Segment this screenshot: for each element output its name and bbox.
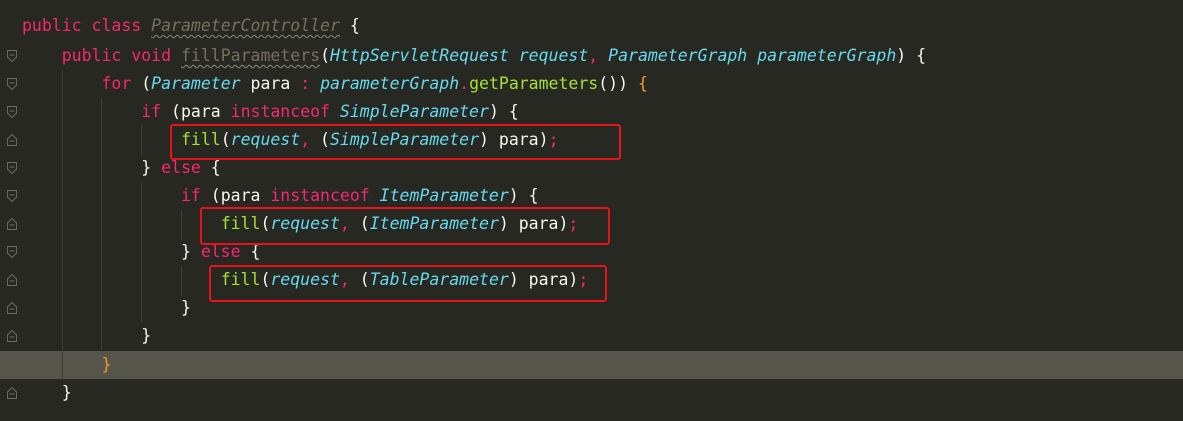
code-token: (	[131, 74, 152, 93]
highlight-box-simple-parameter	[170, 124, 621, 160]
code-token: void	[131, 46, 172, 65]
indent-guide	[141, 183, 142, 322]
indent-guide	[181, 210, 182, 240]
code-token: class	[91, 16, 142, 35]
code-line[interactable]: public class ParameterController {	[22, 12, 1183, 40]
indent-guide	[181, 266, 182, 296]
fold-close-icon[interactable]	[7, 274, 17, 286]
code-token: instanceof	[230, 102, 330, 121]
code-token: :	[300, 74, 311, 93]
code-token: }	[22, 158, 162, 177]
code-token: ParameterGraph	[608, 46, 748, 65]
fold-close-icon[interactable]	[7, 134, 17, 146]
code-token: (para	[200, 186, 271, 205]
code-token: HttpServletRequest	[330, 46, 509, 65]
code-line[interactable]: if (para instanceof ItemParameter) {	[22, 182, 1183, 210]
code-token: getParameters	[469, 74, 599, 93]
code-token: ,	[588, 46, 599, 65]
fold-open-icon[interactable]	[7, 50, 17, 62]
fold-open-icon[interactable]	[7, 246, 17, 258]
fold-close-icon[interactable]	[7, 218, 17, 230]
code-token: for	[101, 74, 132, 93]
code-token: {	[200, 158, 221, 177]
code-token: ) {	[896, 46, 927, 65]
code-token: }	[101, 355, 112, 374]
code-line[interactable]: }	[22, 322, 1183, 350]
code-token: }	[22, 326, 152, 345]
code-token: ) {	[508, 186, 539, 205]
code-token: ItemParameter	[379, 186, 509, 205]
code-token: .	[459, 74, 470, 93]
code-token: SimpleParameter	[339, 102, 489, 121]
code-token: (	[320, 46, 330, 65]
code-token: {	[339, 16, 360, 35]
code-line[interactable]: for (Parameter para : parameterGraph.get…	[22, 70, 1183, 98]
fold-close-icon[interactable]	[7, 330, 17, 342]
code-token: instanceof	[270, 186, 370, 205]
fold-open-icon[interactable]	[7, 106, 17, 118]
code-line[interactable]: }	[22, 379, 1183, 407]
code-token: (para	[161, 102, 231, 121]
indent-guide	[101, 98, 102, 350]
fold-open-icon[interactable]	[7, 162, 17, 174]
code-line[interactable]: public void fillParameters(HttpServletRe…	[22, 42, 1183, 70]
code-token: ())	[598, 74, 638, 93]
code-token: public	[61, 46, 122, 65]
code-token: else	[161, 158, 201, 177]
code-token: parameterGraph	[757, 46, 897, 65]
fold-open-icon[interactable]	[7, 190, 17, 202]
code-line[interactable]: if (para instanceof SimpleParameter) {	[22, 98, 1183, 126]
code-token: ParameterController	[151, 16, 340, 35]
fold-close-icon[interactable]	[7, 302, 17, 314]
code-token: ) {	[488, 102, 519, 121]
highlight-box-item-parameter	[200, 207, 610, 245]
indent-guide	[62, 70, 63, 378]
code-token: if	[141, 102, 162, 121]
code-token: }	[22, 242, 201, 261]
indent-guide	[141, 125, 142, 156]
code-editor[interactable]: public class ParameterController { publi…	[0, 0, 1183, 421]
code-token: para	[240, 74, 301, 93]
code-token: parameterGraph	[320, 74, 460, 93]
code-token: {	[637, 74, 648, 93]
code-token: fillParameters	[180, 46, 321, 65]
highlight-box-table-parameter	[209, 265, 607, 302]
code-token: }	[22, 383, 72, 402]
code-token: Parameter	[151, 74, 241, 93]
code-token: public	[22, 16, 82, 35]
fold-open-icon[interactable]	[7, 78, 17, 90]
code-token: }	[22, 298, 191, 317]
code-line[interactable]: }	[0, 351, 1183, 379]
fold-close-icon[interactable]	[7, 387, 17, 399]
code-token: if	[180, 186, 201, 205]
code-token: request	[518, 46, 589, 65]
